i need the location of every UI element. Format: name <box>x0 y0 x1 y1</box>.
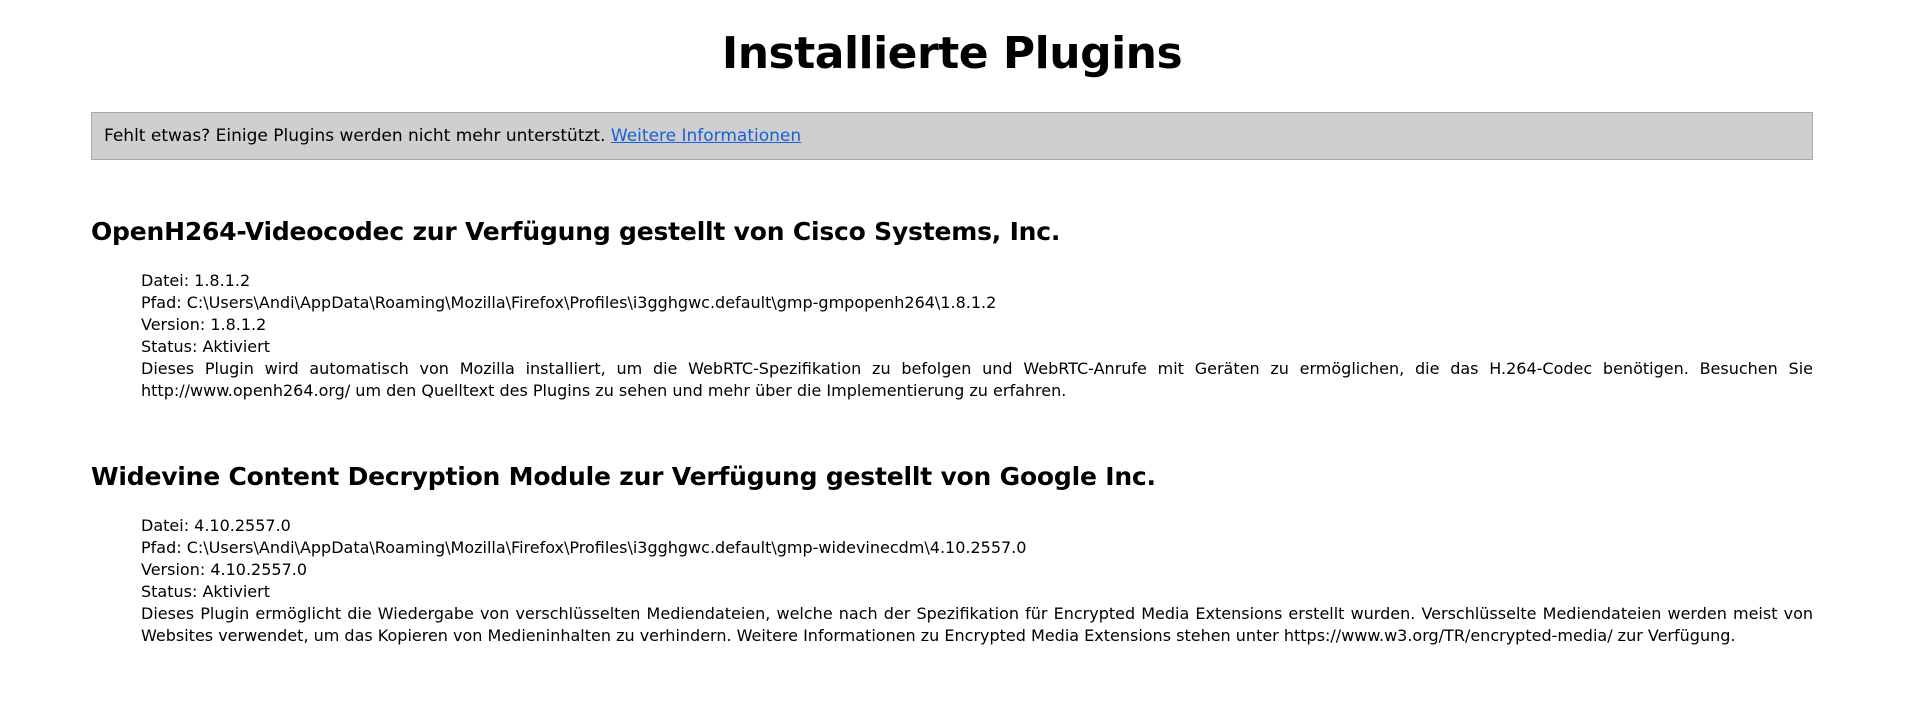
notice-text: Fehlt etwas? Einige Plugins werden nicht… <box>104 126 606 146</box>
plugin-status: Status: Aktiviert <box>141 337 270 356</box>
page-title: Installierte Plugins <box>721 28 1183 79</box>
plugin-status: Status: Aktiviert <box>141 582 270 601</box>
plugin-heading: Widevine Content Decryption Module zur V… <box>91 462 1156 491</box>
plugin-version: Version: 4.10.2557.0 <box>141 560 308 579</box>
plugin-entry-openh264: OpenH264-Videocodec zur Verfügung gestel… <box>91 216 1813 402</box>
more-info-link[interactable]: Weitere Informationen <box>611 126 801 146</box>
plugin-entry-widevine: Widevine Content Decryption Module zur V… <box>91 461 1813 647</box>
plugin-details: Datei: 1.8.1.2 Pfad: C:\Users\Andi\AppDa… <box>141 270 1813 402</box>
plugin-description: Dieses Plugin wird automatisch von Mozil… <box>141 359 1813 400</box>
plugin-version: Version: 1.8.1.2 <box>141 315 267 334</box>
plugin-file: Datei: 4.10.2557.0 <box>141 516 291 535</box>
plugin-heading: OpenH264-Videocodec zur Verfügung gestel… <box>91 217 1061 246</box>
plugin-path: Pfad: C:\Users\Andi\AppData\Roaming\Mozi… <box>141 538 1027 557</box>
plugin-path: Pfad: C:\Users\Andi\AppData\Roaming\Mozi… <box>141 293 997 312</box>
plugin-details: Datei: 4.10.2557.0 Pfad: C:\Users\Andi\A… <box>141 515 1813 647</box>
plugin-file: Datei: 1.8.1.2 <box>141 271 251 290</box>
plugin-description: Dieses Plugin ermöglicht die Wiedergabe … <box>141 604 1813 645</box>
unsupported-notice: Fehlt etwas? Einige Plugins werden nicht… <box>91 112 1813 160</box>
